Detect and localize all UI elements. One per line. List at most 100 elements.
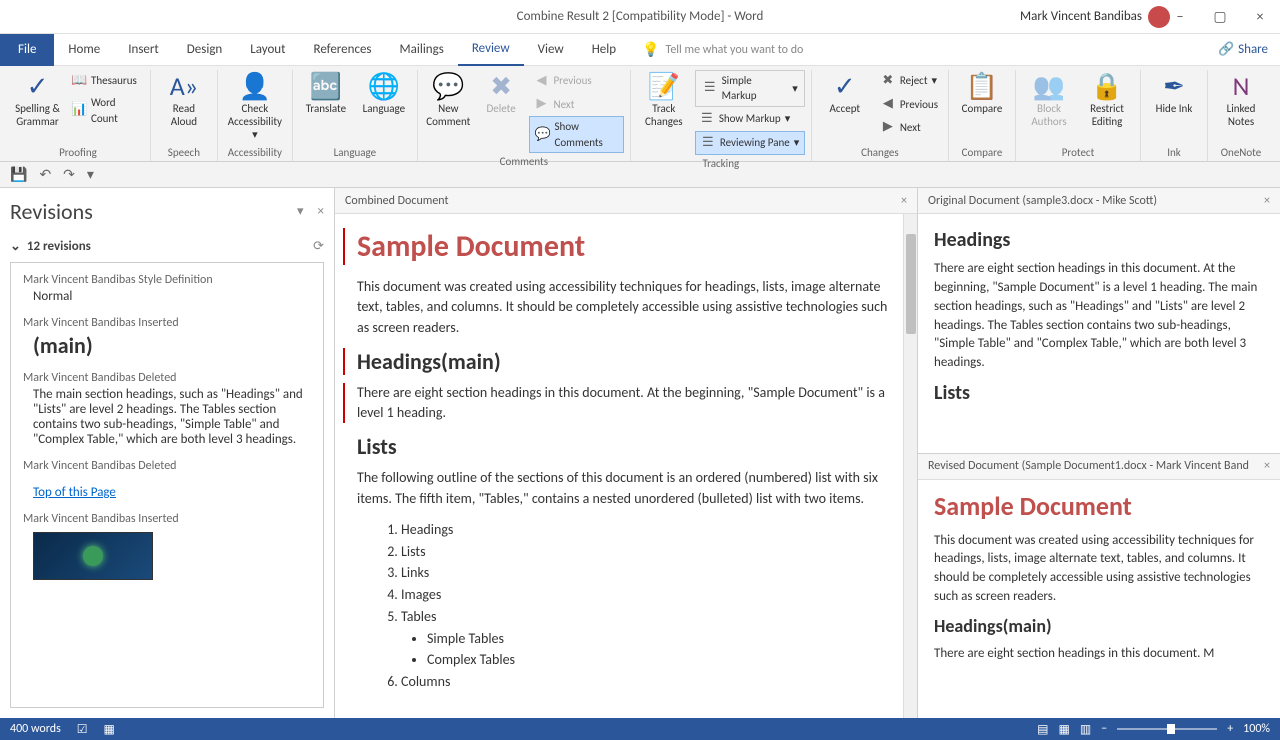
doc-paragraph: This document was created using accessib… (357, 277, 895, 338)
revisions-pane: Revisions ▾ × ⌄ 12 revisions ⟳ Mark Vinc… (0, 188, 335, 718)
translate-button[interactable]: 🔤Translate (299, 70, 353, 117)
prev-comment-button: ◀Previous (529, 70, 623, 92)
view-web[interactable]: ▥ (1080, 722, 1091, 737)
revision-item[interactable]: Top of this Page (23, 485, 311, 500)
ordered-list: Headings Lists Links Images Tables Simpl… (357, 519, 895, 693)
accessibility-icon: 👤 (239, 72, 271, 102)
view-print[interactable]: ▦ (1059, 722, 1070, 737)
undo-button[interactable]: ↶ (39, 166, 51, 183)
next-icon: ▶ (533, 95, 549, 113)
user-name: Mark Vincent Bandibas (1020, 9, 1142, 24)
book-icon: 📖 (71, 72, 87, 90)
combined-close[interactable]: × (901, 194, 907, 208)
accept-icon: ✓ (834, 72, 856, 102)
lightbulb-icon: 💡 (642, 41, 659, 58)
combined-header: Combined Document (345, 194, 449, 208)
redo-button[interactable]: ↷ (63, 166, 75, 183)
right-split: Original Document (sample3.docx - Mike S… (918, 188, 1280, 718)
revision-item[interactable]: Mark Vincent Bandibas Inserted (23, 512, 311, 580)
markup-icon: ☰ (702, 79, 718, 97)
track-changes-button[interactable]: 📝Track Changes (637, 70, 691, 130)
language-button[interactable]: 🌐Language (357, 70, 411, 117)
zoom-out[interactable]: − (1101, 722, 1107, 736)
read-aloud-button[interactable]: A»Read Aloud (157, 70, 211, 130)
revision-item[interactable]: Mark Vincent Bandibas Style Definition N… (23, 273, 311, 304)
list-item: Simple Tables (427, 628, 895, 650)
show-markup-button[interactable]: ☰Show Markup ▾ (695, 108, 805, 130)
tab-home[interactable]: Home (54, 34, 114, 66)
word-count-status[interactable]: 400 words (10, 722, 61, 736)
revision-item[interactable]: Mark Vincent Bandibas Inserted (main) (23, 316, 311, 359)
restrict-editing-button[interactable]: 🔒Restrict Editing (1080, 70, 1134, 130)
tab-help[interactable]: Help (578, 34, 630, 66)
new-comment-button[interactable]: 💬New Comment (424, 70, 473, 130)
refresh-icon[interactable]: ⟳ (313, 239, 324, 254)
thesaurus-button[interactable]: 📖Thesaurus (67, 70, 144, 92)
zoom-percent[interactable]: 100% (1243, 722, 1270, 736)
view-read[interactable]: ▤ (1037, 722, 1048, 737)
reviewing-pane-button[interactable]: ☰Reviewing Pane ▾ (695, 131, 805, 155)
tab-insert[interactable]: Insert (114, 34, 173, 66)
track-icon: 📝 (648, 72, 680, 102)
revisions-title: Revisions (10, 198, 93, 225)
revisions-dropdown[interactable]: ▾ (297, 204, 304, 219)
user-account[interactable]: Mark Vincent Bandibas (1020, 6, 1170, 28)
doc-paragraph: There are eight section headings in this… (934, 645, 1264, 664)
tell-me-search[interactable]: 💡 Tell me what you want to do (642, 41, 803, 58)
zoom-slider[interactable] (1117, 728, 1217, 730)
share-button[interactable]: 🔗 Share (1218, 42, 1268, 57)
maximize-button[interactable]: ▢ (1200, 0, 1240, 34)
reject-button[interactable]: ✖Reject ▾ (876, 70, 942, 92)
group-accessibility: Accessibility (228, 144, 282, 161)
group-comments: Comments (500, 153, 548, 170)
show-comments-button[interactable]: 💬Show Comments (529, 116, 623, 153)
accept-button[interactable]: ✓Accept (818, 70, 872, 117)
spelling-grammar-button[interactable]: ✓Spelling & Grammar (12, 70, 63, 130)
close-button[interactable]: × (1240, 0, 1280, 34)
top-of-page-link[interactable]: Top of this Page (23, 485, 116, 500)
tab-review[interactable]: Review (458, 34, 524, 66)
revision-item[interactable]: Mark Vincent Bandibas Deleted The main s… (23, 371, 311, 447)
combined-body[interactable]: Sample Document This document was create… (335, 214, 917, 718)
revised-body[interactable]: Sample Document This document was create… (918, 480, 1280, 719)
group-speech: Speech (168, 144, 200, 161)
next-change-button[interactable]: ▶Next (876, 116, 942, 138)
spell-check-status[interactable]: ☑ (77, 722, 88, 737)
markup-dropdown[interactable]: ☰Simple Markup ▾ (695, 70, 805, 107)
revision-item[interactable]: Mark Vincent Bandibas Deleted (23, 459, 311, 473)
compare-button[interactable]: 📋Compare (955, 70, 1009, 117)
tab-design[interactable]: Design (173, 34, 236, 66)
tab-file[interactable]: File (0, 34, 54, 66)
revisions-close[interactable]: × (318, 204, 324, 219)
lock-icon: 🔒 (1091, 72, 1123, 102)
macro-status[interactable]: ▦ (104, 722, 115, 737)
tab-mailings[interactable]: Mailings (386, 34, 458, 66)
zoom-in[interactable]: + (1227, 722, 1233, 736)
doc-title: Sample Document (357, 228, 895, 265)
check-accessibility-button[interactable]: 👤Check Accessibility ▾ (224, 70, 286, 144)
titlebar: Combine Result 2 [Compatibility Mode] - … (0, 0, 1280, 34)
qat-customize[interactable]: ▾ (87, 166, 94, 183)
revisions-list[interactable]: Mark Vincent Bandibas Style Definition N… (10, 262, 324, 708)
word-count-button[interactable]: 📊Word Count (67, 93, 144, 128)
original-body[interactable]: Headings There are eight section heading… (918, 214, 1280, 453)
minimize-button[interactable]: − (1160, 0, 1200, 34)
revisions-count[interactable]: ⌄ 12 revisions (10, 239, 91, 254)
group-ink: Ink (1167, 144, 1181, 161)
list-item: Columns (401, 671, 895, 693)
linked-notes-button[interactable]: NLinked Notes (1214, 70, 1268, 130)
original-close[interactable]: × (1264, 194, 1270, 208)
save-button[interactable]: 💾 (10, 166, 27, 183)
prev-change-button[interactable]: ◀Previous (876, 93, 942, 115)
tell-me-placeholder: Tell me what you want to do (666, 43, 804, 57)
hide-ink-button[interactable]: ✒Hide Ink (1147, 70, 1201, 117)
tab-references[interactable]: References (300, 34, 386, 66)
statusbar: 400 words ☑ ▦ ▤ ▦ ▥ − + 100% (0, 718, 1280, 740)
tab-layout[interactable]: Layout (236, 34, 299, 66)
delete-comment-button: ✖Delete (477, 70, 526, 117)
revised-close[interactable]: × (1264, 459, 1270, 473)
tab-view[interactable]: View (524, 34, 578, 66)
globe-icon: 🌐 (368, 72, 400, 102)
scrollbar[interactable] (903, 214, 917, 718)
next-change-icon: ▶ (880, 118, 896, 136)
